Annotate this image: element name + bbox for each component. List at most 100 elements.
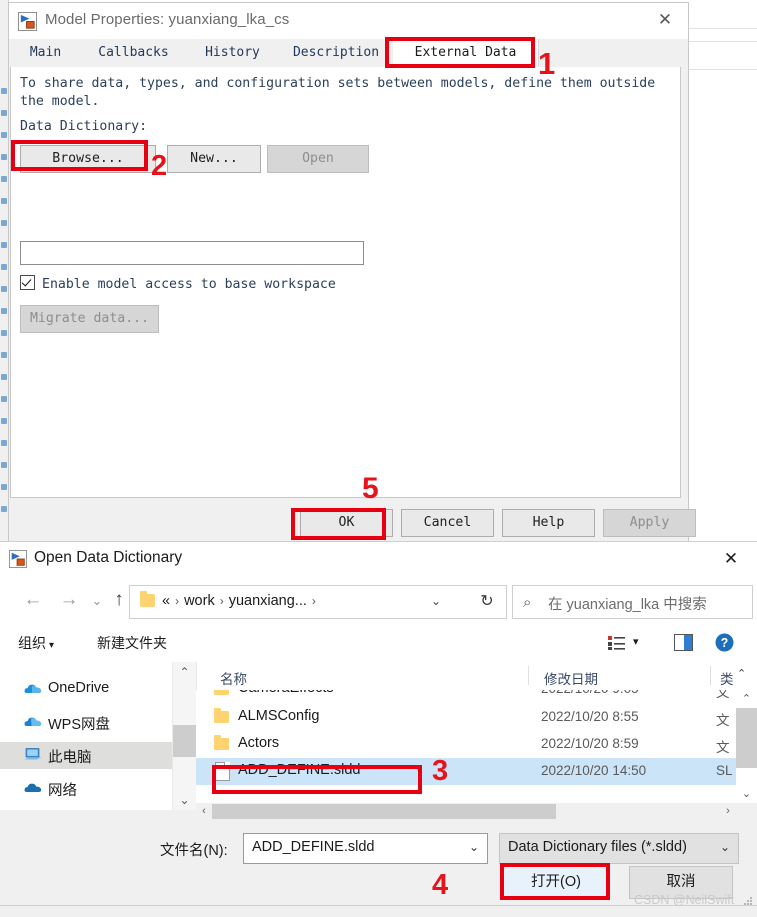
apply-button: Apply: [603, 509, 696, 537]
scroll-down-icon[interactable]: ⌄: [173, 790, 196, 810]
column-header-date[interactable]: 修改日期: [544, 668, 598, 688]
help-button[interactable]: Help: [502, 509, 595, 537]
watermark: CSDN @NeilSwift: [634, 893, 735, 907]
chevron-up-icon[interactable]: ⌃: [737, 667, 746, 680]
sidebar-item-this-pc[interactable]: 此电脑: [0, 742, 180, 769]
model-properties-dialog: Model Properties: yuanxiang_lka_cs ✕ Mai…: [8, 2, 696, 542]
scrollbar-thumb[interactable]: [173, 725, 196, 757]
view-list-icon[interactable]: [608, 635, 626, 651]
breadcrumb-overflow[interactable]: «: [162, 593, 170, 609]
onedrive-cloud-icon: [24, 684, 42, 693]
table-row[interactable]: CameraEffects 2022/10/20 9:05 文: [196, 690, 736, 703]
filename-value: ADD_DEFINE.sldd: [252, 839, 375, 855]
scroll-left-icon[interactable]: ‹: [196, 803, 212, 820]
screenshot-root: Model Properties: yuanxiang_lka_cs ✕ Mai…: [0, 0, 757, 917]
enable-base-workspace-label: Enable model access to base workspace: [42, 277, 336, 292]
search-box[interactable]: ⌕ 在 yuanxiang_lka 中搜索: [512, 585, 753, 619]
filename-input[interactable]: ADD_DEFINE.sldd ⌄: [243, 833, 488, 864]
preview-pane-icon[interactable]: [674, 634, 693, 651]
annotation-box-external-data: [385, 37, 535, 68]
file-list-hscrollbar[interactable]: ‹ ›: [196, 803, 736, 820]
close-icon[interactable]: ✕: [711, 544, 751, 574]
organize-button[interactable]: 组织 ▾: [18, 633, 54, 653]
sidebar-scrollbar[interactable]: ⌃ ⌄: [172, 662, 196, 810]
wps-cloud-icon: [24, 717, 42, 726]
search-input[interactable]: 在 yuanxiang_lka 中搜索: [548, 593, 707, 614]
sidebar-item-onedrive[interactable]: OneDrive: [0, 676, 180, 703]
sidebar-item-wps[interactable]: WPS网盘: [0, 709, 180, 736]
annotation-number-1: 1: [538, 46, 556, 81]
tab-main[interactable]: Main: [10, 39, 82, 66]
new-button[interactable]: New...: [167, 145, 261, 173]
model-properties-title: Model Properties: yuanxiang_lka_cs: [45, 11, 290, 28]
open-dialog-toolbar: 组织 ▾ 新建文件夹 ▾ ?: [0, 624, 757, 663]
breadcrumb-part-work[interactable]: work: [184, 593, 215, 609]
column-header-name[interactable]: 名称: [220, 668, 247, 688]
sidebar-label: 网络: [48, 783, 77, 799]
file-list-header: 名称 修改日期 类 ⌃: [196, 662, 757, 691]
folder-icon: [214, 708, 229, 723]
sidebar-label: OneDrive: [48, 680, 110, 696]
breadcrumb-separator: ›: [175, 594, 180, 608]
open-dictionary-button: Open: [267, 145, 369, 173]
sidebar-item-network[interactable]: 网络: [0, 775, 180, 802]
folder-icon: [214, 690, 229, 695]
refresh-icon[interactable]: ↻: [468, 585, 507, 619]
file-list-scrollbar[interactable]: ⌃ ⌄: [736, 690, 757, 803]
chevron-down-icon[interactable]: ⌄: [431, 594, 441, 608]
breadcrumb: « › work › yuanxiang... ›: [162, 593, 321, 609]
dictionary-path-input[interactable]: [20, 241, 364, 265]
help-icon[interactable]: ?: [715, 633, 734, 652]
scrollbar-thumb[interactable]: [736, 708, 757, 768]
file-name: ALMSConfig: [238, 708, 320, 724]
model-properties-titlebar: Model Properties: yuanxiang_lka_cs ✕: [9, 3, 688, 39]
annotation-box-browse: [11, 140, 148, 171]
svg-text:?: ?: [721, 636, 729, 650]
scroll-down-icon[interactable]: ⌄: [736, 785, 757, 803]
background-window-right: [688, 0, 757, 560]
filter-value: Data Dictionary files (*.sldd): [508, 839, 687, 855]
folder-icon: [214, 735, 229, 750]
address-bar[interactable]: « › work › yuanxiang... › ⌄: [129, 585, 469, 619]
navigation-pane: OneDrive WPS网盘 此电脑 网络: [0, 662, 197, 810]
open-dialog-title: Open Data Dictionary: [34, 549, 183, 566]
model-properties-tabstrip: Main Callbacks History Description Exter…: [10, 39, 687, 67]
scrollbar-thumb[interactable]: [212, 804, 556, 819]
this-pc-icon: [24, 748, 42, 760]
tab-history[interactable]: History: [186, 39, 280, 66]
search-icon: ⌕: [523, 594, 532, 611]
organize-label: 组织: [18, 635, 46, 651]
caret-down-icon: ▾: [49, 640, 55, 651]
close-icon[interactable]: ✕: [642, 3, 688, 37]
scroll-up-icon[interactable]: ⌃: [173, 662, 196, 682]
arrow-right-icon[interactable]: →: [54, 585, 84, 615]
sidebar-label: WPS网盘: [48, 717, 111, 733]
annotation-box-ok: [291, 508, 386, 540]
enable-base-workspace-checkbox[interactable]: Enable model access to base workspace: [20, 275, 336, 293]
chevron-down-icon[interactable]: ⌄: [720, 840, 730, 854]
panel-description: To share data, types, and configuration …: [20, 76, 656, 109]
scroll-up-icon[interactable]: ⌃: [736, 690, 757, 708]
external-data-panel: To share data, types, and configuration …: [10, 67, 681, 498]
caret-down-icon[interactable]: ▾: [633, 635, 639, 648]
file-type: 文: [716, 713, 730, 728]
new-folder-button[interactable]: 新建文件夹: [97, 633, 167, 653]
file-type-filter[interactable]: Data Dictionary files (*.sldd) ⌄: [499, 833, 739, 864]
breadcrumb-part-yuanxiang[interactable]: yuanxiang...: [229, 593, 307, 609]
arrow-left-icon[interactable]: ←: [18, 585, 48, 615]
tab-description[interactable]: Description: [279, 39, 394, 66]
cancel-button[interactable]: Cancel: [401, 509, 494, 537]
file-date: 2022/10/20 8:59: [541, 736, 639, 751]
table-row[interactable]: Actors 2022/10/20 8:59 文: [196, 731, 736, 758]
chevron-down-icon[interactable]: ⌄: [469, 840, 479, 854]
open-dialog-navbar: ← → ⌄ ↑ «› work › yuanxiang... › ⌄ ↻ ⌕ 在 yua…: [0, 576, 757, 624]
annotation-box-open: [500, 863, 610, 900]
column-header-type[interactable]: 类: [720, 668, 734, 688]
resize-grip-icon[interactable]: [744, 897, 753, 906]
file-date: 2022/10/20 14:50: [541, 763, 647, 778]
scroll-right-icon[interactable]: ›: [720, 803, 736, 820]
migrate-data-button: Migrate data...: [20, 305, 159, 333]
table-row[interactable]: ALMSConfig 2022/10/20 8:55 文: [196, 704, 736, 731]
file-date: 2022/10/20 8:55: [541, 709, 639, 724]
tab-callbacks[interactable]: Callbacks: [81, 39, 187, 66]
